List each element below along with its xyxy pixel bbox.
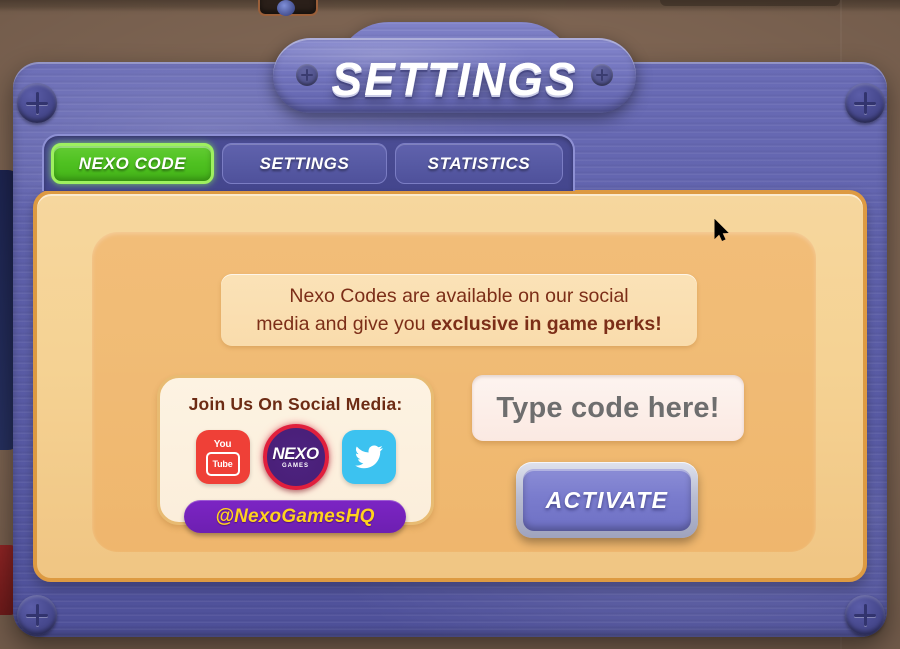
screw-bottom-right: [845, 595, 885, 635]
social-handle-pill[interactable]: @NexoGamesHQ: [184, 500, 406, 533]
social-handle-label: @NexoGamesHQ: [215, 505, 375, 527]
page-title: SETTINGS: [273, 52, 636, 106]
youtube-icon[interactable]: You Tube: [195, 430, 250, 484]
screw-cross-icon: [863, 92, 867, 114]
info-line-2-plain: media and give you: [256, 313, 431, 335]
orb-icon: [277, 0, 295, 16]
tab-statistics[interactable]: STATISTICS: [395, 143, 563, 184]
screw-top-right: [845, 83, 885, 123]
activate-button-inner: ACTIVATE: [523, 469, 691, 531]
hud-chip-partial: [258, 0, 318, 16]
social-media-card: Join Us On Social Media: You Tube NEXO G…: [157, 375, 434, 533]
tab-bar: NEXO CODE SETTINGS STATISTICS: [42, 134, 575, 191]
twitter-icon[interactable]: [341, 430, 396, 484]
hud-bar-partial: [660, 0, 840, 6]
tab-nexo-code[interactable]: NEXO CODE: [51, 143, 214, 184]
nexo-logo-label: NEXO: [272, 444, 319, 463]
tab-statistics-label: STATISTICS: [427, 153, 531, 173]
screw-cross-icon: [35, 604, 39, 626]
tab-nexo-code-label: NEXO CODE: [78, 153, 187, 173]
screw-top-left: [17, 83, 57, 123]
code-input-placeholder: Type code here!: [496, 391, 720, 424]
page-title-plaque: SETTINGS: [273, 22, 636, 113]
info-banner: Nexo Codes are available on our social m…: [221, 274, 697, 346]
screw-bottom-left: [17, 595, 57, 635]
youtube-icon-bottom-label: Tube: [212, 458, 233, 469]
screw-cross-icon: [35, 92, 39, 114]
nexo-games-logo-icon[interactable]: NEXO GAMES: [262, 424, 329, 490]
nexo-logo-sublabel: GAMES: [281, 463, 309, 469]
activate-button[interactable]: ACTIVATE: [516, 462, 698, 538]
tab-settings[interactable]: SETTINGS: [222, 143, 387, 184]
code-input[interactable]: Type code here!: [472, 375, 744, 441]
tab-settings-label: SETTINGS: [259, 153, 350, 173]
screw-cross-icon: [863, 604, 867, 626]
youtube-icon-top-label: You: [213, 438, 232, 450]
info-line-1: Nexo Codes are available on our social: [289, 285, 629, 307]
activate-button-label: ACTIVATE: [545, 486, 669, 513]
nexo-logo-mark: NEXO GAMES: [267, 428, 325, 486]
info-line-2: media and give you exclusive in game per…: [256, 310, 661, 338]
social-icon-row: You Tube NEXO GAMES: [160, 424, 431, 490]
info-line-2-bold: exclusive in game perks!: [430, 313, 662, 335]
youtube-icon-box: Tube: [205, 451, 240, 476]
social-media-title: Join Us On Social Media:: [188, 394, 403, 414]
